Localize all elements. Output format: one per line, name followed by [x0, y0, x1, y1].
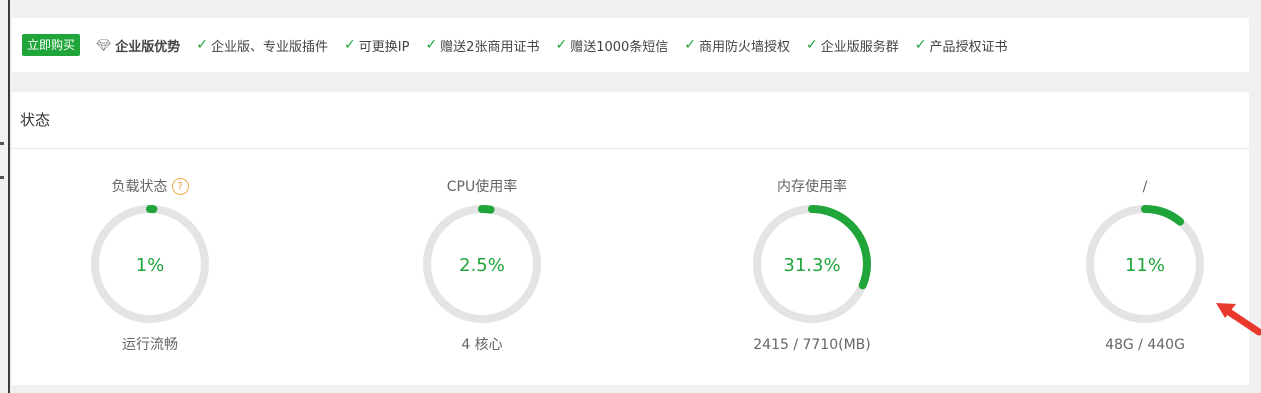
- feature-item: ✓ 可更换IP: [344, 36, 409, 55]
- window-edge: [0, 0, 8, 393]
- gauge-value: 31.3%: [783, 255, 841, 276]
- gauge-detail: 4 核心: [461, 337, 503, 353]
- diamond-icon: 💎︎: [96, 38, 112, 52]
- window-border: [8, 0, 10, 393]
- enterprise-promo-bar: 立即购买 💎︎ 企业版优势 ✓ 企业版、专业版插件 ✓ 可更换IP ✓ 赠送2张商用证…: [12, 18, 1249, 72]
- gauge-value: 2.5%: [459, 255, 505, 276]
- gauge-detail: 48G / 440G: [1105, 337, 1185, 353]
- feature-item: ✓ 赠送1000条短信: [555, 36, 668, 55]
- edge-marker: [0, 142, 4, 145]
- enterprise-advantage-label: 企业版优势: [115, 39, 181, 55]
- check-icon: ✓: [806, 37, 818, 53]
- edge-marker: [0, 176, 4, 179]
- feature-item: ✓ 商用防火墙授权: [684, 36, 790, 55]
- question-circle-icon[interactable]: ?: [171, 178, 189, 195]
- check-icon: ✓: [196, 37, 208, 53]
- feature-label: 企业版、专业版插件: [211, 39, 329, 55]
- check-icon: ✓: [555, 37, 568, 53]
- feature-item: ✓ 赠送2张商用证书: [425, 36, 539, 55]
- gauge-value: 11%: [1124, 255, 1165, 276]
- feature-label: 赠送1000条短信: [570, 39, 669, 55]
- gauge-value: 1%: [135, 255, 165, 276]
- check-icon: ✓: [344, 37, 356, 53]
- gauge-title: 内存使用率: [777, 179, 847, 195]
- status-panel: 状态 负载状态? 1% 运行流畅 CPU使用率 2.5% 4 核心 内存使用率 …: [12, 92, 1249, 385]
- feature-label: 可更换IP: [358, 39, 410, 55]
- feature-item: ✓ 企业版、专业版插件: [196, 36, 328, 55]
- panel-title: 状态: [12, 92, 1249, 149]
- feature-label: 赠送2张商用证书: [440, 39, 540, 55]
- gauge-detail: 运行流畅: [122, 337, 178, 353]
- check-icon: ✓: [914, 37, 927, 53]
- feature-item: ✓ 企业版服务群: [806, 36, 899, 55]
- gauge-detail: 2415 / 7710(MB): [753, 337, 871, 353]
- check-icon: ✓: [684, 37, 697, 53]
- gauge-title: 负载状态?: [60, 178, 240, 196]
- gauge-title: CPU使用率: [446, 179, 518, 195]
- feature-label: 商用防火墙授权: [699, 39, 791, 55]
- buy-now-button[interactable]: 立即购买: [22, 34, 81, 56]
- feature-label: 企业版服务群: [820, 39, 899, 55]
- check-icon: ✓: [425, 37, 438, 53]
- feature-item: ✓ 产品授权证书: [915, 36, 1008, 55]
- feature-label: 产品授权证书: [929, 39, 1008, 55]
- gauge-title: /: [1142, 179, 1148, 195]
- red-arrow-icon: [1216, 303, 1261, 336]
